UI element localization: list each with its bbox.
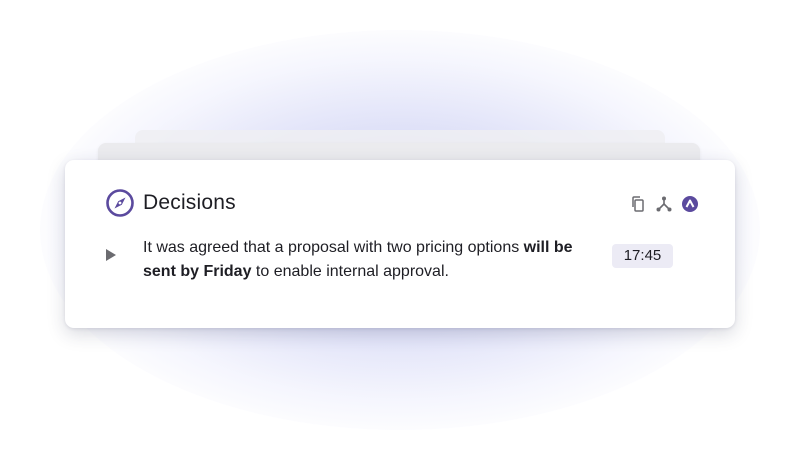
- decision-text-end: to enable internal approval.: [251, 263, 449, 280]
- decisions-card: Decisions It was agreed that a proposal …: [65, 160, 735, 328]
- copy-icon[interactable]: [629, 195, 647, 213]
- timestamp-badge[interactable]: 17:45: [612, 244, 673, 268]
- card-header: Decisions: [105, 188, 236, 218]
- play-triangle-icon[interactable]: [105, 248, 117, 262]
- upvote-icon[interactable]: [681, 195, 699, 213]
- card-title: Decisions: [143, 191, 236, 214]
- card-actions: [629, 195, 699, 213]
- stage: Decisions It was agreed that a proposal …: [0, 0, 800, 450]
- decision-text: It was agreed that a proposal with two p…: [143, 236, 593, 284]
- decision-text-start: It was agreed that a proposal with two p…: [143, 239, 524, 256]
- compass-icon: [106, 189, 134, 217]
- fork-icon[interactable]: [655, 195, 673, 213]
